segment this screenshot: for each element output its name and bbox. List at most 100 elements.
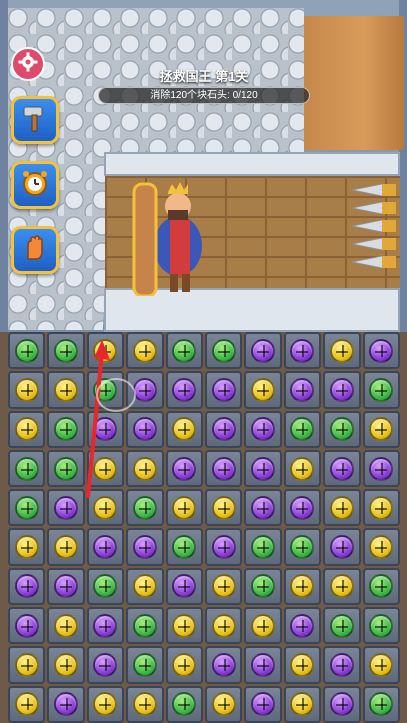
green-screw-icon[interactable] <box>290 535 315 560</box>
yellow-screw-icon[interactable] <box>93 495 118 520</box>
purple-screw-icon[interactable] <box>251 653 276 678</box>
green-screw-icon[interactable] <box>93 574 118 599</box>
purple-screw-icon[interactable] <box>211 417 236 442</box>
grid-cell[interactable] <box>126 332 164 370</box>
grid-cell[interactable] <box>205 567 243 606</box>
grid-cell[interactable] <box>86 489 125 527</box>
grid-cell[interactable] <box>362 332 400 370</box>
grid-cell[interactable] <box>86 410 125 448</box>
grid-cell[interactable] <box>244 528 282 566</box>
purple-screw-icon[interactable] <box>93 417 118 442</box>
green-screw-icon[interactable] <box>211 338 236 363</box>
purple-screw-icon[interactable] <box>251 338 276 363</box>
grid-cell[interactable] <box>205 449 243 488</box>
green-screw-icon[interactable] <box>14 495 39 520</box>
green-screw-icon[interactable] <box>54 417 79 442</box>
purple-screw-icon[interactable] <box>93 535 118 560</box>
yellow-screw-icon[interactable] <box>172 495 197 520</box>
yellow-screw-icon[interactable] <box>329 338 354 363</box>
grid-cell[interactable] <box>205 646 243 684</box>
grid-cell[interactable] <box>47 607 85 645</box>
grid-cell[interactable] <box>165 371 203 409</box>
glove-tool-button[interactable] <box>11 226 59 274</box>
grid-cell[interactable] <box>47 449 85 488</box>
purple-screw-icon[interactable] <box>211 653 236 678</box>
grid-cell[interactable] <box>8 646 46 684</box>
grid-cell[interactable] <box>244 410 282 448</box>
grid-cell[interactable] <box>8 371 46 409</box>
purple-screw-icon[interactable] <box>369 338 394 363</box>
yellow-screw-icon[interactable] <box>132 338 157 363</box>
grid-cell[interactable] <box>86 371 125 409</box>
grid-cell[interactable] <box>86 528 125 566</box>
yellow-screw-icon[interactable] <box>93 456 118 481</box>
grid-cell[interactable] <box>86 607 125 645</box>
purple-screw-icon[interactable] <box>251 495 276 520</box>
yellow-screw-icon[interactable] <box>290 692 315 717</box>
grid-cell[interactable] <box>47 489 85 527</box>
purple-screw-icon[interactable] <box>132 417 157 442</box>
purple-screw-icon[interactable] <box>172 377 197 402</box>
yellow-screw-icon[interactable] <box>14 417 39 442</box>
grid-cell[interactable] <box>205 685 243 723</box>
purple-screw-icon[interactable] <box>132 377 157 402</box>
grid-cell[interactable] <box>244 607 282 645</box>
purple-screw-icon[interactable] <box>251 456 276 481</box>
purple-screw-icon[interactable] <box>329 692 354 717</box>
yellow-screw-icon[interactable] <box>14 377 39 402</box>
yellow-screw-icon[interactable] <box>369 495 394 520</box>
purple-screw-icon[interactable] <box>290 338 315 363</box>
yellow-screw-icon[interactable] <box>369 535 394 560</box>
green-screw-icon[interactable] <box>172 692 197 717</box>
grid-cell[interactable] <box>244 371 282 409</box>
purple-screw-icon[interactable] <box>329 377 354 402</box>
grid-cell[interactable] <box>205 371 243 409</box>
grid-cell[interactable] <box>165 607 203 645</box>
purple-screw-icon[interactable] <box>132 535 157 560</box>
grid-cell[interactable] <box>126 449 164 488</box>
grid-cell[interactable] <box>323 567 361 606</box>
grid-cell[interactable] <box>362 567 400 606</box>
yellow-screw-icon[interactable] <box>54 613 79 638</box>
grid-cell[interactable] <box>8 410 46 448</box>
yellow-screw-icon[interactable] <box>251 377 276 402</box>
grid-cell[interactable] <box>165 685 203 723</box>
purple-screw-icon[interactable] <box>172 574 197 599</box>
purple-screw-icon[interactable] <box>54 692 79 717</box>
grid-cell[interactable] <box>47 528 85 566</box>
grid-cell[interactable] <box>283 646 322 684</box>
yellow-screw-icon[interactable] <box>132 692 157 717</box>
grid-cell[interactable] <box>362 528 400 566</box>
grid-cell[interactable] <box>283 371 322 409</box>
yellow-screw-icon[interactable] <box>54 377 79 402</box>
yellow-screw-icon[interactable] <box>290 653 315 678</box>
yellow-screw-icon[interactable] <box>172 653 197 678</box>
yellow-screw-icon[interactable] <box>14 653 39 678</box>
purple-screw-icon[interactable] <box>329 653 354 678</box>
grid-cell[interactable] <box>205 607 243 645</box>
grid-cell[interactable] <box>165 449 203 488</box>
green-screw-icon[interactable] <box>329 613 354 638</box>
grid-cell[interactable] <box>47 371 85 409</box>
green-screw-icon[interactable] <box>132 613 157 638</box>
yellow-screw-icon[interactable] <box>211 613 236 638</box>
grid-cell[interactable] <box>86 685 125 723</box>
grid-cell[interactable] <box>283 567 322 606</box>
purple-screw-icon[interactable] <box>93 613 118 638</box>
grid-cell[interactable] <box>47 410 85 448</box>
green-screw-icon[interactable] <box>369 692 394 717</box>
grid-cell[interactable] <box>8 449 46 488</box>
yellow-screw-icon[interactable] <box>211 692 236 717</box>
purple-screw-icon[interactable] <box>290 613 315 638</box>
grid-cell[interactable] <box>86 646 125 684</box>
grid-cell[interactable] <box>165 646 203 684</box>
green-screw-icon[interactable] <box>54 456 79 481</box>
purple-screw-icon[interactable] <box>54 495 79 520</box>
grid-cell[interactable] <box>323 646 361 684</box>
yellow-screw-icon[interactable] <box>329 495 354 520</box>
grid-cell[interactable] <box>126 567 164 606</box>
yellow-screw-icon[interactable] <box>54 653 79 678</box>
grid-cell[interactable] <box>283 607 322 645</box>
grid-cell[interactable] <box>126 528 164 566</box>
grid-cell[interactable] <box>362 489 400 527</box>
